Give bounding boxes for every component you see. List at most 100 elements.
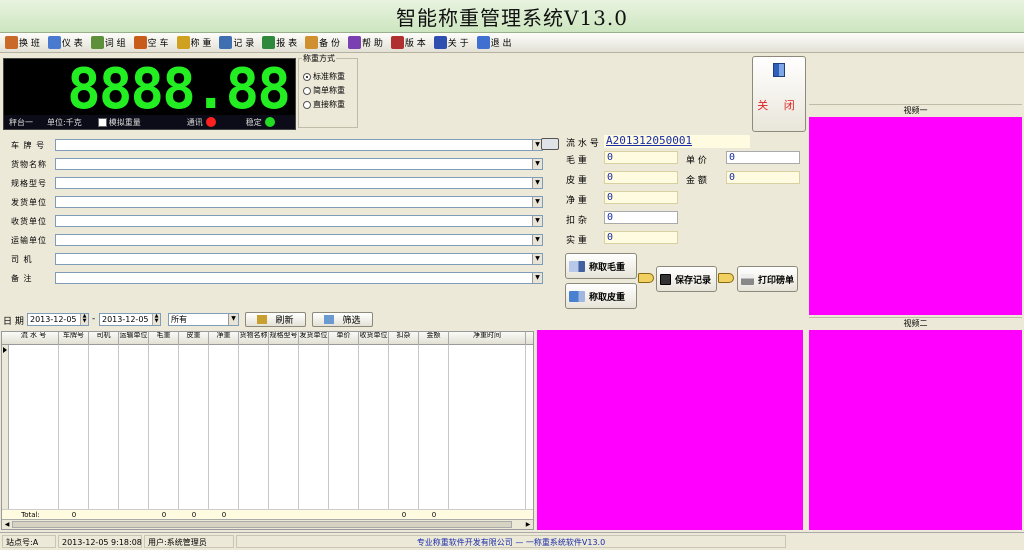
weigh-mode-option[interactable]: 直接称重 <box>303 99 345 110</box>
chevron-down-icon[interactable]: ▼ <box>532 273 542 283</box>
column-divider <box>448 345 449 509</box>
chevron-down-icon[interactable]: ▼ <box>532 254 542 264</box>
deduction-input[interactable]: 0 <box>604 211 678 224</box>
sender-input[interactable] <box>55 196 543 208</box>
column-divider <box>238 345 239 509</box>
keyboard-icon[interactable] <box>541 138 559 150</box>
toolbar-word-group-button[interactable]: 词 组 <box>88 34 129 52</box>
chevron-down-icon[interactable]: ▼ <box>532 216 542 226</box>
video2-screen <box>809 330 1022 530</box>
column-header[interactable]: 皮重 <box>179 332 209 345</box>
toolbar-label: 称 重 <box>190 39 212 49</box>
chevron-down-icon[interactable]: ▼ <box>532 178 542 188</box>
scroll-left-icon[interactable]: ◀ <box>2 520 12 529</box>
word-group-icon <box>90 36 104 49</box>
date-to-input[interactable]: 2013-12-05 ▲ ▼ <box>99 313 161 326</box>
horizontal-scrollbar[interactable]: ◀ ▶ <box>2 519 533 529</box>
column-header[interactable]: 规格型号 <box>269 332 299 345</box>
stable-indicator: 稳定 <box>246 117 275 128</box>
status-select-value: 所有 <box>171 315 187 324</box>
amount-label: 金 额 <box>686 176 707 186</box>
column-header[interactable]: 流 水 号 <box>9 332 59 345</box>
unit-price-input[interactable]: 0 <box>726 151 800 164</box>
toolbar-label: 帮 助 <box>362 39 383 49</box>
receiver-input[interactable] <box>55 215 543 227</box>
toolbar-version-button[interactable]: 版 本 <box>388 34 429 52</box>
platform-label: 秤台一 <box>9 117 33 127</box>
column-header[interactable]: 单价 <box>329 332 359 345</box>
weigh-mode-option[interactable]: 标准称重 <box>303 71 345 82</box>
door-icon <box>773 63 785 77</box>
refresh-label: 刷新 <box>275 316 294 326</box>
get-gross-weight-label: 称取毛重 <box>589 262 626 273</box>
column-header[interactable]: 净重时间 <box>449 332 526 345</box>
video1-title: 视频一 <box>809 104 1022 115</box>
date-to-value: 2013-12-05 <box>102 315 149 324</box>
remark-input[interactable] <box>55 272 543 284</box>
column-header[interactable]: 运输单位 <box>119 332 149 345</box>
unit-label: 单位:千克 <box>47 117 82 127</box>
column-header[interactable]: 金额 <box>419 332 449 345</box>
goods-input[interactable] <box>55 158 543 170</box>
filter-button[interactable]: 筛选 <box>312 312 373 327</box>
report-icon <box>262 36 276 49</box>
driver-input[interactable] <box>55 253 543 265</box>
weigh-mode-option[interactable]: 简单称重 <box>303 85 345 96</box>
form-row-sender: 发货单位 ▼ <box>11 195 545 209</box>
filter-icon <box>324 315 335 324</box>
save-record-button[interactable]: 保存记录 <box>656 266 717 292</box>
scroll-right-icon[interactable]: ▶ <box>523 520 533 529</box>
form-row-remark: 备 注 ▼ <box>11 271 545 285</box>
spin-icon[interactable]: ▲ ▼ <box>152 314 160 325</box>
empty-truck-icon <box>133 36 147 49</box>
column-header[interactable]: 扣杂 <box>389 332 419 345</box>
plate-input[interactable] <box>55 139 543 151</box>
records-table[interactable]: 流 水 号车牌号 司机 运输单位 毛重 皮重 净重 货物名称 规格型号 发货单位 单价 收货单位 扣杂… <box>1 331 534 530</box>
column-header[interactable]: 净重 <box>209 332 239 345</box>
simulate-weight-checkbox[interactable]: 模拟重量 <box>97 117 141 128</box>
column-header[interactable]: 货物名称 <box>239 332 269 345</box>
toolbar-record-button[interactable]: 记 录 <box>216 34 257 52</box>
chevron-down-icon[interactable]: ▼ <box>228 314 238 325</box>
column-header[interactable]: 发货单位 <box>299 332 329 345</box>
hand-pointer-icon <box>638 273 654 283</box>
about-icon <box>433 36 447 49</box>
column-divider <box>388 345 389 509</box>
weigh-icon <box>176 36 190 49</box>
toolbar-exit-button[interactable]: 退 出 <box>474 34 515 52</box>
column-header[interactable]: 司机 <box>89 332 119 345</box>
toolbar-weigh-button[interactable]: 称 重 <box>174 34 215 52</box>
chevron-down-icon[interactable]: ▼ <box>532 235 542 245</box>
status-select[interactable]: 所有 ▼ <box>168 313 239 326</box>
get-tare-weight-button[interactable]: 称取皮重 <box>565 283 637 309</box>
column-divider <box>178 345 179 509</box>
toolbar-help-button[interactable]: 帮 助 <box>345 34 386 52</box>
company-label: 专业称重软件开发有限公司 — 一称重系统软件V13.0 <box>236 535 786 548</box>
refresh-button[interactable]: 刷新 <box>245 312 306 327</box>
column-header[interactable]: 收货单位 <box>359 332 389 345</box>
column-header[interactable]: 毛重 <box>149 332 179 345</box>
carrier-input[interactable] <box>55 234 543 246</box>
toolbar-shift-button[interactable]: 换 班 <box>2 34 43 52</box>
spin-icon[interactable]: ▲ ▼ <box>80 314 88 325</box>
date-from-input[interactable]: 2013-12-05 ▲ ▼ <box>27 313 89 326</box>
toolbar-backup-button[interactable]: 备 份 <box>302 34 343 52</box>
radio-icon <box>303 72 311 81</box>
spec-label: 规格型号 <box>11 178 47 188</box>
chevron-down-icon[interactable]: ▼ <box>532 197 542 207</box>
serial-no-label: 流 水 号 <box>566 139 599 149</box>
print-ticket-button[interactable]: 打印磅单 <box>737 266 798 292</box>
column-header[interactable]: 车牌号 <box>59 332 89 345</box>
hand-pointer-icon <box>718 273 734 283</box>
date-separator: - <box>92 314 96 324</box>
close-button[interactable]: 关 闭 <box>752 56 806 132</box>
scroll-thumb[interactable] <box>12 521 512 528</box>
get-gross-weight-button[interactable]: 称取毛重 <box>565 253 637 279</box>
toolbar-about-button[interactable]: 关 于 <box>431 34 472 52</box>
tare-weight-value: 0 <box>604 171 678 184</box>
chevron-down-icon[interactable]: ▼ <box>532 159 542 169</box>
toolbar-meter-button[interactable]: 仪 表 <box>45 34 86 52</box>
spec-input[interactable] <box>55 177 543 189</box>
toolbar-report-button[interactable]: 报 表 <box>259 34 300 52</box>
toolbar-empty-truck-button[interactable]: 空 车 <box>131 34 172 52</box>
